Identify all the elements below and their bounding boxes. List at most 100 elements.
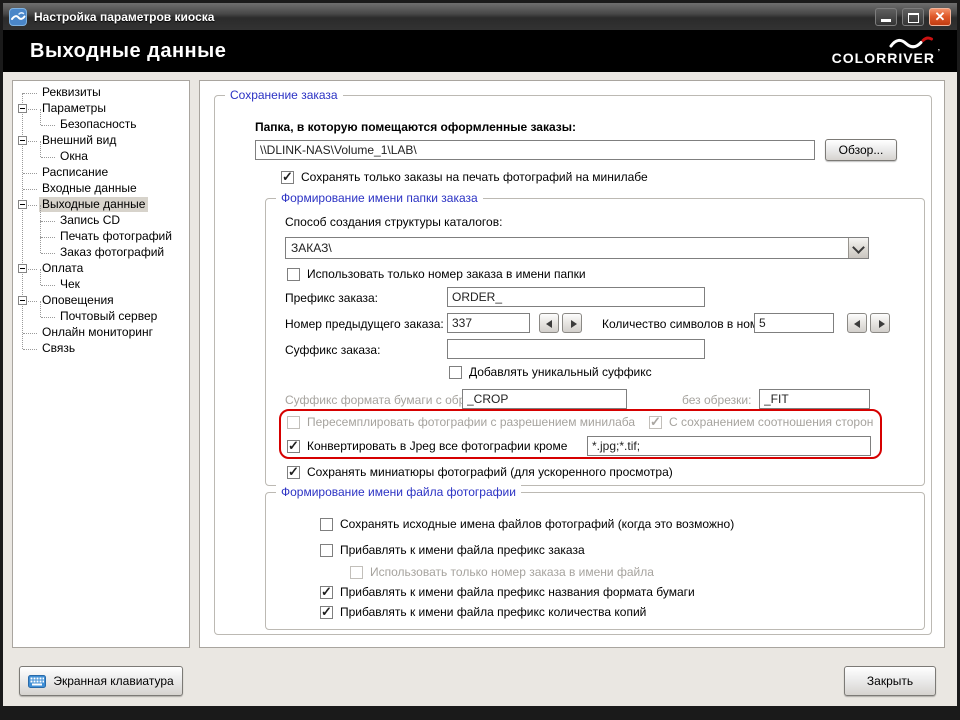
tree-item-okna[interactable]: Окна	[13, 149, 91, 165]
tree-item-pochtovyy-server[interactable]: Почтовый сервер	[13, 309, 160, 325]
collapse-icon[interactable]	[18, 104, 27, 113]
tree-item-onlayn-monitoring[interactable]: Онлайн мониторинг	[13, 325, 156, 341]
close-dialog-label: Закрыть	[867, 674, 913, 688]
close-window-button[interactable]	[929, 8, 951, 26]
page-header: Выходные данные COLORRIVER	[3, 30, 957, 72]
thumbnails-row: Сохранять миниатюры фотографий (для уско…	[287, 465, 673, 479]
original-names-row: Сохранять исходные имена файлов фотограф…	[320, 517, 734, 531]
tree-item-zakaz-fotografiy[interactable]: Заказ фотографий	[13, 245, 167, 261]
collapse-icon[interactable]	[18, 200, 27, 209]
order-prefix-file-label: Прибавлять к имени файла префикс заказа	[340, 543, 585, 557]
prefix-label: Префикс заказа:	[285, 291, 378, 305]
tree-item-zapis-cd[interactable]: Запись CD	[13, 213, 123, 229]
brand-wave-icon	[883, 36, 935, 50]
onscreen-keyboard-label: Экранная клавиатура	[53, 674, 173, 688]
digits-input[interactable]	[754, 313, 834, 333]
thumbnails-checkbox[interactable]	[287, 466, 300, 479]
convert-jpeg-label: Конвертировать в Jpeg все фотографии кро…	[307, 439, 567, 453]
paper-prefix-file-checkbox[interactable]	[320, 586, 333, 599]
structure-combobox[interactable]: ЗАКАЗ\	[285, 237, 869, 259]
convert-exceptions-input[interactable]	[587, 436, 871, 456]
settings-tree: Реквизиты Параметры Безопасность Внешний…	[13, 81, 189, 647]
unique-suffix-label: Добавлять уникальный суффикс	[469, 365, 652, 379]
maximize-button[interactable]	[902, 8, 924, 26]
no-crop-label: без обрезки:	[682, 393, 751, 407]
only-number-file-label: Использовать только номер заказа в имени…	[370, 565, 654, 579]
tree-item-rekvizity[interactable]: Реквизиты	[13, 85, 104, 101]
titlebar: Настройка параметров киоска	[3, 3, 957, 30]
structure-label: Способ создания структуры каталогов:	[285, 215, 502, 229]
kiosk-settings-window: Настройка параметров киоска Выходные дан…	[0, 0, 960, 720]
onscreen-keyboard-button[interactable]: Экранная клавиатура	[19, 666, 183, 696]
sidebar-panel: Реквизиты Параметры Безопасность Внешний…	[12, 80, 190, 648]
copies-prefix-file-checkbox[interactable]	[320, 606, 333, 619]
copies-prefix-file-row: Прибавлять к имени файла префикс количес…	[320, 605, 646, 619]
folder-name-group: Формирование имени папки заказа Способ с…	[265, 198, 925, 486]
tree-item-pechat-fotografiy[interactable]: Печать фотографий	[13, 229, 175, 245]
digits-decrement-icon[interactable]	[847, 313, 867, 333]
resample-row: Пересемплировать фотографии с разрешение…	[287, 415, 635, 429]
folder-name-legend: Формирование имени папки заказа	[276, 191, 483, 205]
folder-label: Папка, в которую помещаются оформленные …	[255, 120, 576, 134]
structure-selected-value: ЗАКАЗ\	[286, 238, 848, 258]
digits-increment-icon[interactable]	[870, 313, 890, 333]
collapse-icon[interactable]	[18, 136, 27, 145]
tree-item-bezopasnost[interactable]: Безопасность	[13, 117, 140, 133]
keep-aspect-label: С сохранением соотношения сторон	[669, 415, 873, 429]
resample-label: Пересемплировать фотографии с разрешение…	[307, 415, 635, 429]
tree-item-vhodnye-dannye[interactable]: Входные данные	[13, 181, 140, 197]
paper-prefix-file-label: Прибавлять к имени файла префикс названи…	[340, 585, 695, 599]
fit-suffix-input[interactable]	[759, 389, 870, 409]
thumbnails-label: Сохранять миниатюры фотографий (для уско…	[307, 465, 673, 479]
tree-item-svyaz[interactable]: Связь	[13, 341, 78, 357]
tree-item-parametry[interactable]: Параметры	[13, 101, 109, 117]
tree-item-vneshniy-vid[interactable]: Внешний вид	[13, 133, 119, 149]
crop-suffix-input[interactable]	[462, 389, 627, 409]
save-order-legend: Сохранение заказа	[225, 88, 343, 102]
only-print-label: Сохранять только заказы на печать фотогр…	[301, 170, 648, 184]
prev-number-decrement-icon[interactable]	[539, 313, 559, 333]
chevron-down-icon[interactable]	[848, 238, 868, 258]
browse-button[interactable]: Обзор...	[825, 139, 897, 161]
original-names-label: Сохранять исходные имена файлов фотограф…	[340, 517, 734, 531]
prev-number-input[interactable]	[447, 313, 530, 333]
keep-aspect-checkbox	[649, 416, 662, 429]
collapse-icon[interactable]	[18, 296, 27, 305]
tree-item-chek[interactable]: Чек	[13, 277, 83, 293]
tree-item-vyhodnye-dannye[interactable]: Выходные данные	[13, 197, 148, 213]
convert-jpeg-checkbox[interactable]	[287, 440, 300, 453]
only-number-row: Использовать только номер заказа в имени…	[287, 267, 586, 281]
file-name-group: Формирование имени файла фотографии Сохр…	[265, 492, 925, 630]
brand-logo: COLORRIVER	[832, 36, 935, 66]
only-print-checkbox[interactable]	[281, 171, 294, 184]
only-number-label: Использовать только номер заказа в имени…	[307, 267, 586, 281]
window-title: Настройка параметров киоска	[34, 10, 214, 24]
convert-jpeg-row: Конвертировать в Jpeg все фотографии кро…	[287, 439, 567, 453]
prev-number-label: Номер предыдущего заказа:	[285, 317, 444, 331]
unique-suffix-checkbox[interactable]	[449, 366, 462, 379]
suffix-label: Суффикс заказа:	[285, 343, 380, 357]
main-panel: Сохранение заказа Папка, в которую помещ…	[199, 80, 945, 648]
original-names-checkbox[interactable]	[320, 518, 333, 531]
app-wave-icon	[9, 8, 27, 26]
file-name-legend: Формирование имени файла фотографии	[276, 485, 521, 499]
brand-name: COLORRIVER	[832, 50, 935, 66]
keep-aspect-row: С сохранением соотношения сторон	[649, 415, 873, 429]
order-suffix-input[interactable]	[447, 339, 705, 359]
order-prefix-input[interactable]	[447, 287, 705, 307]
tree-item-opovescheniya[interactable]: Оповещения	[13, 293, 117, 309]
unique-suffix-row: Добавлять уникальный суффикс	[449, 365, 652, 379]
tree-item-oplata[interactable]: Оплата	[13, 261, 86, 277]
tree-item-raspisanie[interactable]: Расписание	[13, 165, 111, 181]
close-dialog-button[interactable]: Закрыть	[844, 666, 936, 696]
dialog-body: Реквизиты Параметры Безопасность Внешний…	[3, 72, 957, 706]
only-number-file-checkbox	[350, 566, 363, 579]
resample-checkbox	[287, 416, 300, 429]
order-prefix-file-checkbox[interactable]	[320, 544, 333, 557]
collapse-icon[interactable]	[18, 264, 27, 273]
orders-folder-input[interactable]	[255, 140, 815, 160]
keyboard-icon	[28, 675, 46, 688]
only-number-checkbox[interactable]	[287, 268, 300, 281]
prev-number-increment-icon[interactable]	[562, 313, 582, 333]
minimize-button[interactable]	[875, 8, 897, 26]
